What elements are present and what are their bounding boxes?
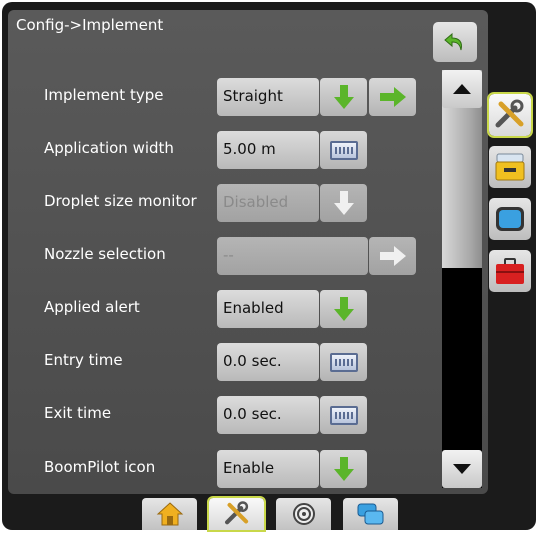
- exit-time-label: Exit time: [44, 404, 112, 422]
- nozzle-selection-next-button: [369, 237, 416, 275]
- side-tab-tools[interactable]: [487, 92, 533, 138]
- scrollbar[interactable]: [442, 70, 482, 488]
- implement-type-next-button[interactable]: [369, 78, 416, 116]
- bottom-tab-tools[interactable]: [207, 496, 266, 532]
- green-right-arrow-icon: [379, 87, 406, 107]
- bottom-tab-layers[interactable]: [343, 498, 398, 530]
- nozzle-selection-value: --: [217, 237, 368, 275]
- scroll-up-button[interactable]: [442, 70, 482, 108]
- green-down-arrow-icon: [333, 297, 354, 321]
- keyboard-icon: [329, 405, 358, 425]
- triangle-down-icon: [453, 464, 471, 474]
- scroll-down-button[interactable]: [442, 450, 482, 488]
- toolbox-icon: [496, 258, 524, 284]
- side-tab-display[interactable]: [489, 198, 531, 240]
- applied-alert-dropdown-button[interactable]: [320, 290, 367, 328]
- applied-alert-value[interactable]: Enabled: [217, 290, 319, 328]
- keyboard-icon: [329, 140, 358, 160]
- exit-time-keyboard-button[interactable]: [320, 396, 367, 434]
- gray-down-arrow-icon: [333, 191, 354, 215]
- display-icon: [496, 207, 524, 231]
- row-droplet-size-monitor: Droplet size monitor Disabled: [8, 180, 438, 224]
- layers-icon: [357, 503, 383, 525]
- droplet-size-monitor-label: Droplet size monitor: [44, 192, 197, 210]
- triangle-up-icon: [453, 84, 471, 94]
- green-down-arrow-icon: [333, 85, 354, 109]
- device-frame: Config->Implement Implement type Straigh…: [2, 2, 536, 532]
- green-down-arrow-icon: [333, 457, 354, 481]
- tools-icon: [224, 501, 248, 525]
- row-implement-type: Implement type Straight: [8, 74, 438, 118]
- back-arrow-icon: [444, 32, 462, 51]
- config-screen: Config->Implement Implement type Straigh…: [8, 10, 488, 494]
- boompilot-icon-value[interactable]: Enable: [217, 450, 319, 488]
- gauge-icon: [292, 503, 315, 525]
- entry-time-label: Entry time: [44, 351, 123, 369]
- bottom-tab-home[interactable]: [142, 498, 197, 530]
- implement-type-label: Implement type: [44, 86, 164, 104]
- gray-right-arrow-icon: [379, 246, 406, 266]
- keyboard-icon: [329, 352, 358, 372]
- droplet-size-monitor-dropdown-button: [320, 184, 367, 222]
- home-icon: [156, 502, 183, 526]
- droplet-size-monitor-value: Disabled: [217, 184, 319, 222]
- entry-time-value[interactable]: 0.0 sec.: [217, 343, 319, 381]
- row-nozzle-selection: Nozzle selection --: [8, 233, 438, 277]
- console-icon: [495, 153, 525, 181]
- side-tab-toolbox[interactable]: [489, 250, 531, 292]
- nozzle-selection-label: Nozzle selection: [44, 245, 166, 263]
- row-applied-alert: Applied alert Enabled: [8, 286, 438, 330]
- back-button[interactable]: [433, 22, 477, 62]
- implement-type-dropdown-button[interactable]: [320, 78, 367, 116]
- implement-type-value[interactable]: Straight: [217, 78, 319, 116]
- application-width-label: Application width: [44, 139, 174, 157]
- side-tab-console[interactable]: [489, 146, 531, 188]
- boompilot-icon-dropdown-button[interactable]: [320, 450, 367, 488]
- boompilot-icon-label: BoomPilot icon: [44, 458, 156, 476]
- row-exit-time: Exit time 0.0 sec.: [8, 392, 438, 436]
- tools-icon: [495, 99, 524, 128]
- exit-time-value[interactable]: 0.0 sec.: [217, 396, 319, 434]
- row-entry-time: Entry time 0.0 sec.: [8, 339, 438, 383]
- entry-time-keyboard-button[interactable]: [320, 343, 367, 381]
- bottom-tab-gauge[interactable]: [276, 498, 331, 530]
- row-boompilot-icon: BoomPilot icon Enable: [8, 446, 438, 490]
- page-title: Config->Implement: [16, 16, 164, 34]
- application-width-keyboard-button[interactable]: [320, 131, 367, 169]
- application-width-value[interactable]: 5.00 m: [217, 131, 319, 169]
- row-application-width: Application width 5.00 m: [8, 127, 438, 171]
- applied-alert-label: Applied alert: [44, 298, 140, 316]
